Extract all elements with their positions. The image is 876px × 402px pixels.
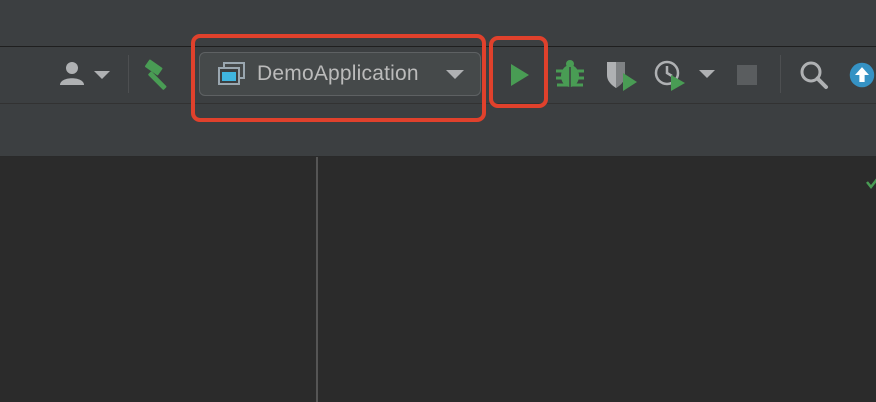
toolbar-separator — [780, 55, 781, 93]
application-window-icon — [218, 62, 246, 86]
stop-icon — [737, 65, 757, 85]
title-bar — [0, 0, 876, 46]
profile-dropdown-button[interactable] — [652, 57, 720, 93]
run-configuration-select[interactable]: DemoApplication — [199, 52, 481, 96]
play-icon — [511, 64, 529, 86]
user-icon — [60, 62, 110, 85]
ide-window: DemoApplication — [0, 0, 876, 402]
panel-splitter[interactable] — [316, 157, 318, 402]
coverage-shield-icon — [607, 62, 637, 91]
run-button[interactable] — [500, 59, 538, 91]
profiler-clock-icon — [654, 60, 715, 91]
run-configuration-label: DemoApplication — [257, 62, 419, 85]
chevron-down-icon — [94, 71, 110, 79]
main-toolbar: DemoApplication — [0, 47, 876, 103]
user-dropdown-button[interactable] — [56, 59, 116, 89]
search-icon — [800, 61, 828, 89]
search-everywhere-button[interactable] — [796, 58, 832, 92]
chevron-down-icon — [445, 67, 465, 81]
debug-button[interactable] — [552, 57, 588, 91]
arrow-up-circle-icon — [849, 62, 875, 88]
editor-area[interactable] — [0, 157, 876, 402]
stop-button[interactable] — [733, 61, 761, 89]
checkmark-icon — [866, 177, 876, 191]
hammer-icon — [144, 59, 167, 90]
bug-icon — [556, 60, 584, 87]
toolbar-separator — [128, 55, 129, 93]
update-button[interactable] — [848, 59, 876, 91]
build-button[interactable] — [140, 57, 178, 93]
chevron-down-icon — [699, 70, 715, 78]
coverage-button[interactable] — [603, 57, 641, 93]
editor-tab-strip — [0, 104, 876, 156]
